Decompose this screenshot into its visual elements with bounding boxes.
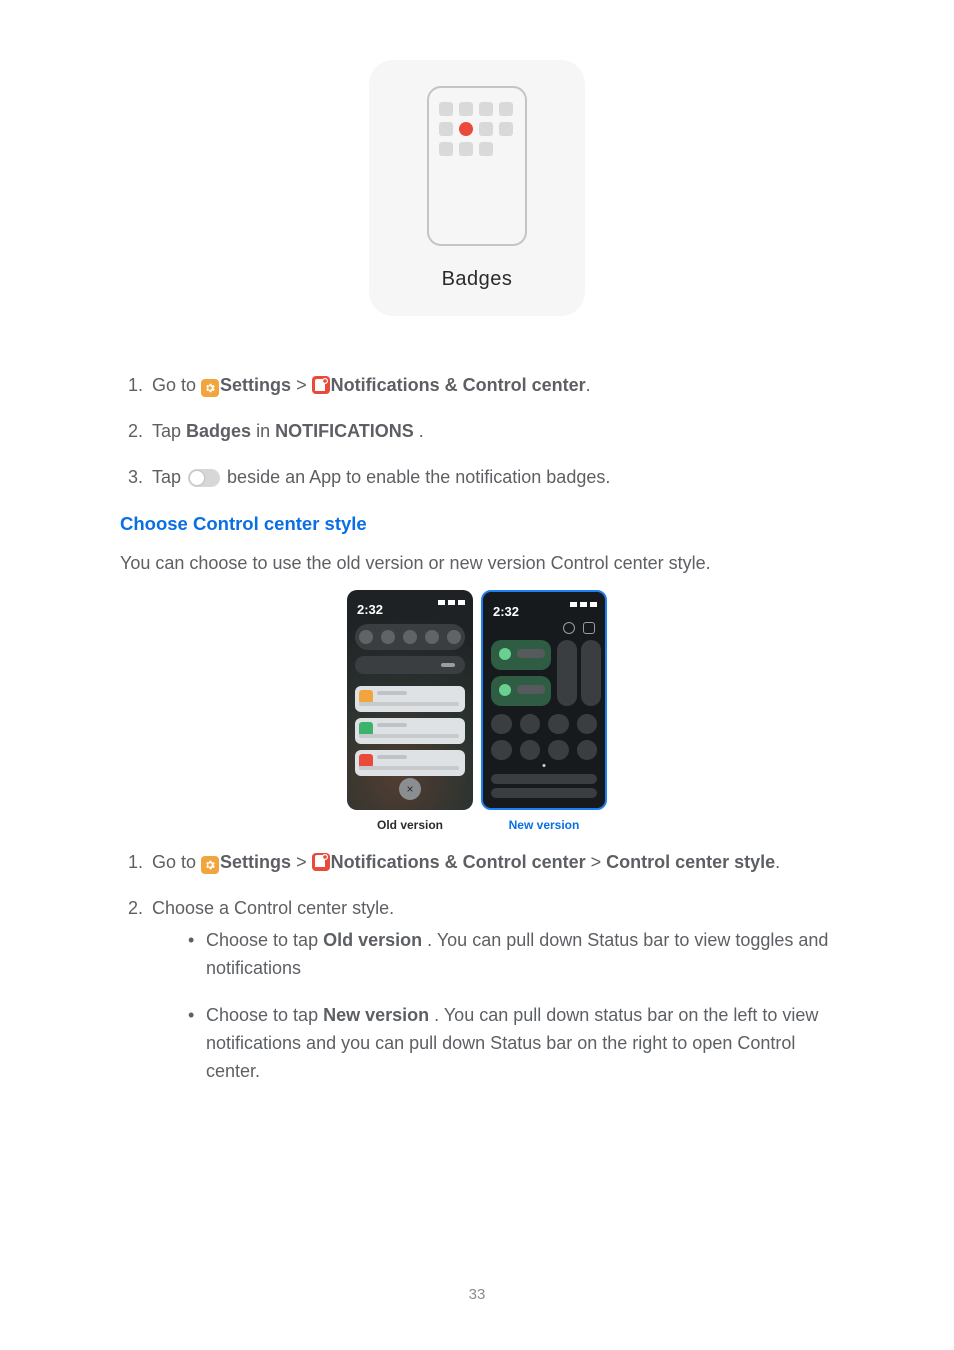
circle-row [491,740,597,760]
figure-control-center-styles: 2:32 × Old version 2:32 New version [120,590,834,835]
style-choices: Choose to tap Old version . You can pull… [152,927,834,1086]
figure-old-version: 2:32 × Old version [347,590,473,835]
control-tile [491,676,551,706]
step-1: Go to Settings > Notifications & Control… [148,372,834,400]
settings-label: Settings [220,852,291,872]
badge-dot-icon [459,122,473,136]
intro-paragraph: You can choose to use the old version or… [120,550,834,578]
caption-old-version: Old version [377,816,443,835]
toggle-icon [188,469,220,487]
screenshot-old-version: 2:32 × [347,590,473,810]
control-center-style-label: Control center style [606,852,775,872]
notification-card [355,718,465,744]
old-version-label: Old version [323,930,422,950]
slider-tile [557,640,577,706]
clock-text: 2:32 [357,600,383,620]
control-tile [491,640,551,670]
heading-choose-control-center-style: Choose Control center style [120,510,834,539]
bar-tile [491,774,597,784]
bar-tile [491,788,597,798]
figure-badges-card: Badges [369,60,585,316]
circle-row [491,714,597,734]
new-version-label: New version [323,1005,429,1025]
notifications-control-center-label: Notifications & Control center [331,375,586,395]
header-action-icons [563,622,595,634]
gear-icon [563,622,575,634]
step-2: Choose a Control center style. Choose to… [148,895,834,1086]
close-icon: × [399,778,421,800]
settings-label: Settings [220,375,291,395]
status-bar-icons [570,602,597,607]
status-bar-icons [438,600,465,605]
notification-card [355,686,465,712]
quick-toggle-row [355,624,465,650]
figure-badges-caption: Badges [442,264,513,295]
badges-label: Badges [186,421,251,441]
page-number: 33 [0,1283,954,1306]
clock-text: 2:32 [493,602,519,622]
figure-badges: Badges [120,60,834,316]
phone-outline [427,86,527,246]
steps-control-center-style: Go to Settings > Notifications & Control… [120,849,834,1086]
steps-badges: Go to Settings > Notifications & Control… [120,372,834,492]
step-1: Go to Settings > Notifications & Control… [148,849,834,877]
figure-new-version: 2:32 New version [481,590,607,835]
settings-icon [201,379,219,397]
settings-icon [201,856,219,874]
notifications-section-label: NOTIFICATIONS [275,421,414,441]
caption-new-version: New version [509,816,580,835]
edit-icon [583,622,595,634]
step-2: Tap Badges in NOTIFICATIONS . [148,418,834,446]
notifications-icon [312,853,330,871]
notifications-control-center-label: Notifications & Control center [331,852,586,872]
brightness-slider [355,656,465,674]
notification-card [355,750,465,776]
pager-dot-icon [543,764,546,767]
notifications-icon [312,376,330,394]
step-3: Tap beside an App to enable the notifica… [148,464,834,492]
homescreen-icon-grid [439,102,515,156]
choice-new-version: Choose to tap New version . You can pull… [206,1002,834,1086]
slider-tile [581,640,601,706]
screenshot-new-version: 2:32 [481,590,607,810]
choice-old-version: Choose to tap Old version . You can pull… [206,927,834,983]
